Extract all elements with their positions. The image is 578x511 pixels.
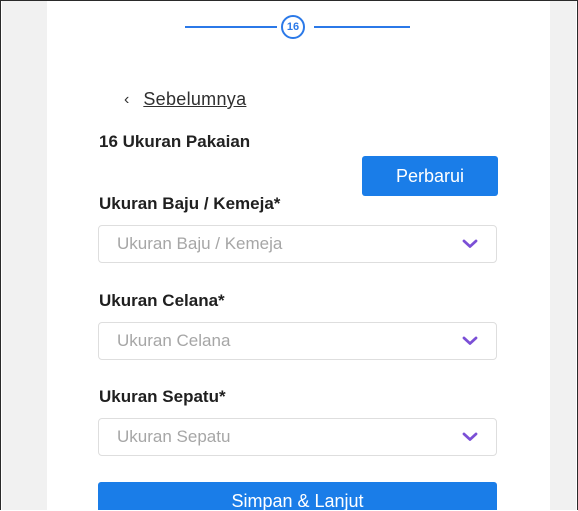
shirt-size-placeholder: Ukuran Baju / Kemeja [117,234,283,253]
background-right [548,1,576,510]
pants-size-select[interactable]: Ukuran Celana [98,322,497,360]
back-link-label[interactable]: Sebelumnya [143,89,246,110]
save-and-continue-button[interactable]: Simpan & Lanjut [98,482,497,510]
shirt-size-label: Ukuran Baju / Kemeja* [99,194,281,213]
shirt-size-select[interactable]: Ukuran Baju / Kemeja [98,225,497,263]
pants-size-placeholder: Ukuran Celana [117,331,231,350]
section-title: 16 Ukuran Pakaian [99,132,251,151]
shoe-size-label: Ukuran Sepatu* [99,387,226,406]
update-button[interactable]: Perbarui [362,156,498,196]
stepper-line-right [314,26,410,28]
chevron-down-icon[interactable] [462,432,478,442]
back-link[interactable]: ‹ Sebelumnya [124,89,246,110]
shoe-size-placeholder: Ukuran Sepatu [117,427,231,446]
chevron-down-icon[interactable] [462,239,478,249]
form-card: 16 ‹ Sebelumnya 16 Ukuran Pakaian Perbar… [47,1,550,510]
stepper-current-step[interactable]: 16 [281,15,305,39]
shoe-size-select[interactable]: Ukuran Sepatu [98,418,497,456]
chevron-down-icon[interactable] [462,336,478,346]
chevron-left-icon: ‹ [124,90,130,108]
stepper-line-left [185,26,277,28]
app-frame: 16 ‹ Sebelumnya 16 Ukuran Pakaian Perbar… [0,0,578,510]
pants-size-label: Ukuran Celana* [99,291,225,310]
background-left [2,1,47,510]
